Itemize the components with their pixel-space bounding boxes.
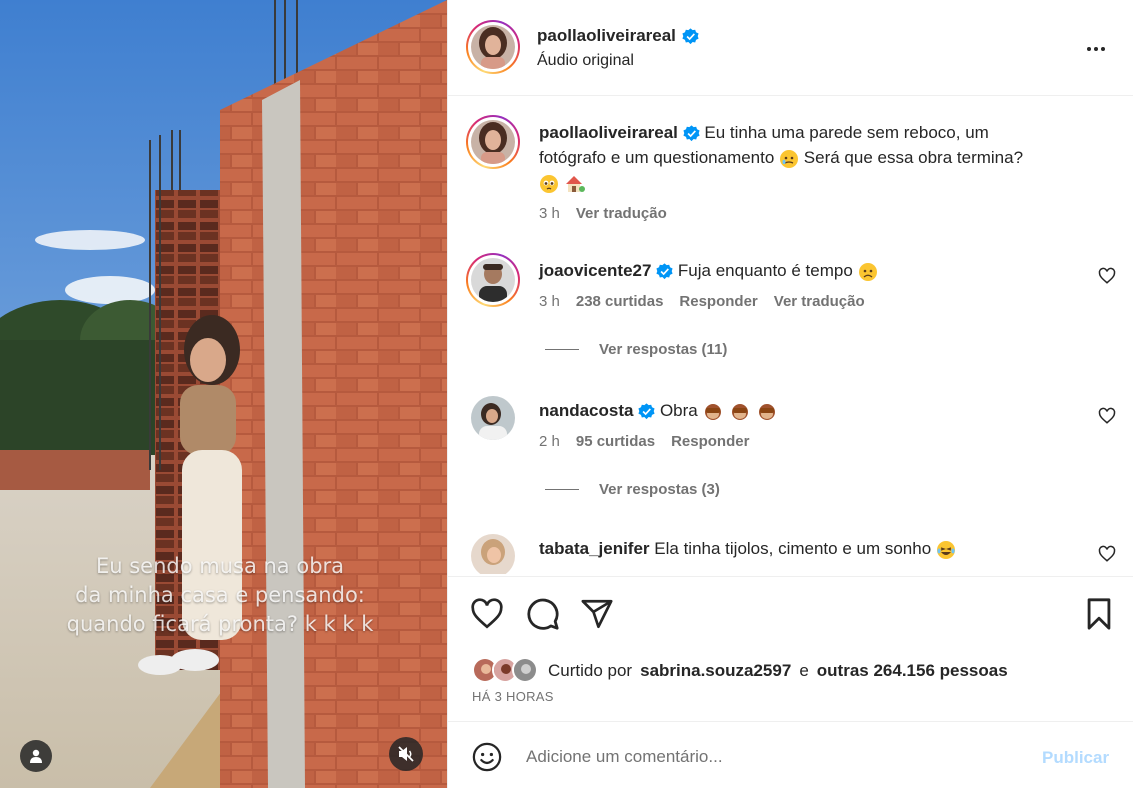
house-with-garden-emoji-icon (565, 175, 585, 192)
comment-like-heart-icon[interactable] (1098, 545, 1116, 563)
comment-input[interactable] (526, 742, 1006, 772)
liked-by-user[interactable]: sabrina.souza2597 (640, 661, 791, 681)
overlay-line: Eu sendo musa na obra (95, 554, 345, 578)
caption-author-avatar[interactable] (466, 115, 520, 169)
post-details-panel: paollaoliveirareal Áudio original paolla… (447, 0, 1133, 788)
avatar-photo (471, 25, 515, 69)
commenter-avatar[interactable] (471, 534, 515, 574)
mute-toggle-button[interactable] (389, 737, 423, 771)
comment-body: Ela tinha tijolos, cimento e um sonho (654, 539, 932, 558)
avatar-photo (471, 534, 515, 574)
bookmark-icon[interactable] (1082, 597, 1116, 631)
comment-text: nandacosta Obra (539, 398, 1079, 423)
comments-list[interactable]: paollaoliveirareal Eu tinha uma parede s… (448, 97, 1133, 574)
liked-by-others[interactable]: outras 264.156 pessoas (817, 661, 1008, 681)
liked-by-and: e (799, 661, 809, 680)
comment-time[interactable]: 3 h (539, 293, 560, 310)
caption-line-2b: Será que essa obra termina? (803, 148, 1024, 167)
caption-meta: 3 h Ver tradução (539, 205, 667, 222)
liker-avatar (512, 657, 538, 683)
avatar-photo (471, 258, 515, 302)
caption-line-1: Eu tinha uma parede sem reboco, um (704, 123, 989, 142)
sad-face-emoji-icon (858, 262, 877, 281)
avatar-photo (471, 120, 515, 164)
caption-translate-link[interactable]: Ver tradução (576, 205, 667, 222)
more-options-icon (1087, 47, 1091, 51)
comment-username[interactable]: tabata_jenifer (539, 539, 650, 558)
emoji-icon[interactable] (472, 742, 502, 772)
see-no-evil-monkey-emoji-icon (705, 403, 722, 420)
reply-button[interactable]: Responder (671, 433, 749, 450)
replies-divider (545, 349, 579, 350)
comment-likes-count[interactable]: 238 curtidas (576, 293, 664, 310)
user-tag-icon (30, 749, 42, 763)
comment-like-heart-icon[interactable] (1098, 407, 1116, 425)
comment-body: Fuja enquanto é tempo (677, 261, 853, 280)
post-timestamp[interactable]: HÁ 3 HORAS (472, 689, 554, 704)
tagged-users-button[interactable] (20, 740, 52, 772)
overlay-line: da minha casa e pensando: (75, 583, 365, 607)
reply-button[interactable]: Responder (679, 293, 757, 310)
add-comment-bar: Publicar (448, 721, 1133, 788)
author-avatar[interactable] (466, 20, 520, 74)
verified-badge-icon (683, 125, 700, 142)
verified-badge-icon (638, 403, 655, 420)
avatar-photo (471, 396, 515, 440)
share-icon[interactable] (580, 597, 614, 631)
more-options-button[interactable] (1084, 37, 1108, 61)
comment-body: Obra (659, 401, 698, 420)
overlay-line: quando ficará pronta? k k k k (66, 612, 374, 636)
comment-like-heart-icon[interactable] (1098, 267, 1116, 285)
view-replies-button[interactable]: Ver respostas (3) (545, 481, 720, 498)
replies-divider (545, 489, 579, 490)
post-header: paollaoliveirareal Áudio original (448, 0, 1133, 96)
post-actions: Curtido por sabrina.souza2597 e outras 2… (448, 576, 1133, 721)
see-no-evil-monkey-emoji-icon (758, 403, 775, 420)
liked-by: Curtido por sabrina.souza2597 e outras 2… (472, 657, 1008, 685)
caption-text: paollaoliveirareal Eu tinha uma parede s… (539, 120, 1099, 195)
commenter-avatar[interactable] (471, 396, 515, 440)
comment-username[interactable]: joaovicente27 (539, 261, 651, 280)
view-replies-label: Ver respostas (3) (599, 481, 720, 498)
audio-label[interactable]: Áudio original (537, 52, 634, 70)
comment-text: tabata_jenifer Ela tinha tijolos, ciment… (539, 536, 1079, 561)
verified-badge-icon (656, 263, 673, 280)
face-holding-back-tears-emoji-icon (780, 149, 799, 168)
view-replies-button[interactable]: Ver respostas (11) (545, 341, 727, 358)
muted-speaker-icon (398, 746, 414, 762)
commenter-avatar[interactable] (466, 253, 520, 307)
caption-line-2: fotógrafo e um questionamento (539, 148, 775, 167)
heart-icon[interactable] (470, 597, 504, 631)
caption-time[interactable]: 3 h (539, 205, 560, 222)
view-replies-label: Ver respostas (11) (599, 341, 728, 358)
comment-meta: 2 h 95 curtidas Responder (539, 433, 749, 450)
author-name-row: paollaoliveirareal (537, 26, 699, 46)
video-caption-overlay: Eu sendo musa na obra da minha casa e pe… (40, 552, 400, 639)
caption-username[interactable]: paollaoliveirareal (539, 123, 678, 142)
comment-meta: 3 h 238 curtidas Responder Ver tradução (539, 293, 865, 310)
pleading-face-emoji-icon (540, 174, 558, 193)
post-media[interactable]: Eu sendo musa na obra da minha casa e pe… (0, 0, 447, 788)
comment-username[interactable]: nandacosta (539, 401, 633, 420)
see-no-evil-monkey-emoji-icon (732, 403, 749, 420)
liked-by-prefix: Curtido por (548, 661, 633, 680)
author-username[interactable]: paollaoliveirareal (537, 26, 676, 46)
comment-likes-count[interactable]: 95 curtidas (576, 433, 655, 450)
video-frame (0, 0, 447, 788)
verified-badge-icon (682, 27, 699, 44)
translate-link[interactable]: Ver tradução (774, 293, 865, 310)
publish-button[interactable]: Publicar (1042, 748, 1109, 768)
liked-by-avatars[interactable] (472, 657, 540, 685)
laughing-face-emoji-icon (936, 540, 955, 559)
comment-text: joaovicente27 Fuja enquanto é tempo (539, 258, 1079, 283)
comment-time[interactable]: 2 h (539, 433, 560, 450)
comment-icon[interactable] (526, 597, 560, 631)
